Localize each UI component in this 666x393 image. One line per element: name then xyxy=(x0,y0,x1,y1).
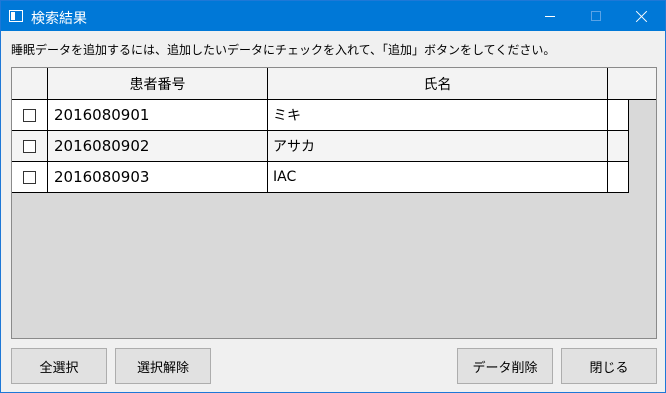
close-button[interactable]: 閉じる xyxy=(561,348,657,384)
row-checkbox[interactable] xyxy=(23,170,36,184)
maximize-icon xyxy=(591,11,601,21)
row-checkbox[interactable] xyxy=(23,108,36,122)
close-window-button[interactable] xyxy=(619,1,665,31)
table-row[interactable]: 2016080901 ミキ xyxy=(12,100,629,131)
column-header-select[interactable] xyxy=(12,68,48,99)
filler-cell xyxy=(608,100,629,130)
row-checkbox-cell[interactable] xyxy=(12,100,48,130)
deselect-button[interactable]: 選択解除 xyxy=(115,348,211,384)
window-app-icon xyxy=(9,10,23,22)
instruction-text: 睡眠データを追加するには、追加したいデータにチェックを入れて、「追加」ボタンをし… xyxy=(11,43,556,57)
grid-header: 患者番号 氏名 xyxy=(12,68,656,100)
table-row[interactable]: 2016080902 アサカ xyxy=(12,131,629,162)
row-checkbox-cell[interactable] xyxy=(12,131,48,161)
row-checkbox[interactable] xyxy=(23,139,36,153)
delete-data-button[interactable]: データ削除 xyxy=(457,348,553,384)
column-header-filler xyxy=(608,68,656,99)
patient-id-cell[interactable]: 2016080901 xyxy=(48,100,268,130)
column-header-patient-id[interactable]: 患者番号 xyxy=(48,68,268,99)
name-cell[interactable]: ミキ xyxy=(268,100,608,130)
row-checkbox-cell[interactable] xyxy=(12,162,48,192)
search-results-window: 検索結果 睡眠データを追加するには、追加したいデータにチェックを入れて、「追加」… xyxy=(0,0,666,393)
results-grid[interactable]: 患者番号 氏名 2016080901 ミキ 2016080902 アサカ 201… xyxy=(11,67,657,339)
close-icon xyxy=(636,10,648,22)
title-bar[interactable]: 検索結果 xyxy=(1,1,665,31)
select-all-button[interactable]: 全選択 xyxy=(11,348,107,384)
table-row[interactable]: 2016080903 IAC xyxy=(12,162,629,193)
minimize-icon xyxy=(545,15,555,17)
column-header-name[interactable]: 氏名 xyxy=(268,68,608,99)
window-title: 検索結果 xyxy=(31,11,87,27)
patient-id-cell[interactable]: 2016080903 xyxy=(48,162,268,192)
filler-cell xyxy=(608,131,629,161)
maximize-button[interactable] xyxy=(573,1,619,31)
name-cell[interactable]: アサカ xyxy=(268,131,608,161)
filler-cell xyxy=(608,162,629,192)
minimize-button[interactable] xyxy=(527,1,573,31)
patient-id-cell[interactable]: 2016080902 xyxy=(48,131,268,161)
name-cell[interactable]: IAC xyxy=(268,162,608,192)
